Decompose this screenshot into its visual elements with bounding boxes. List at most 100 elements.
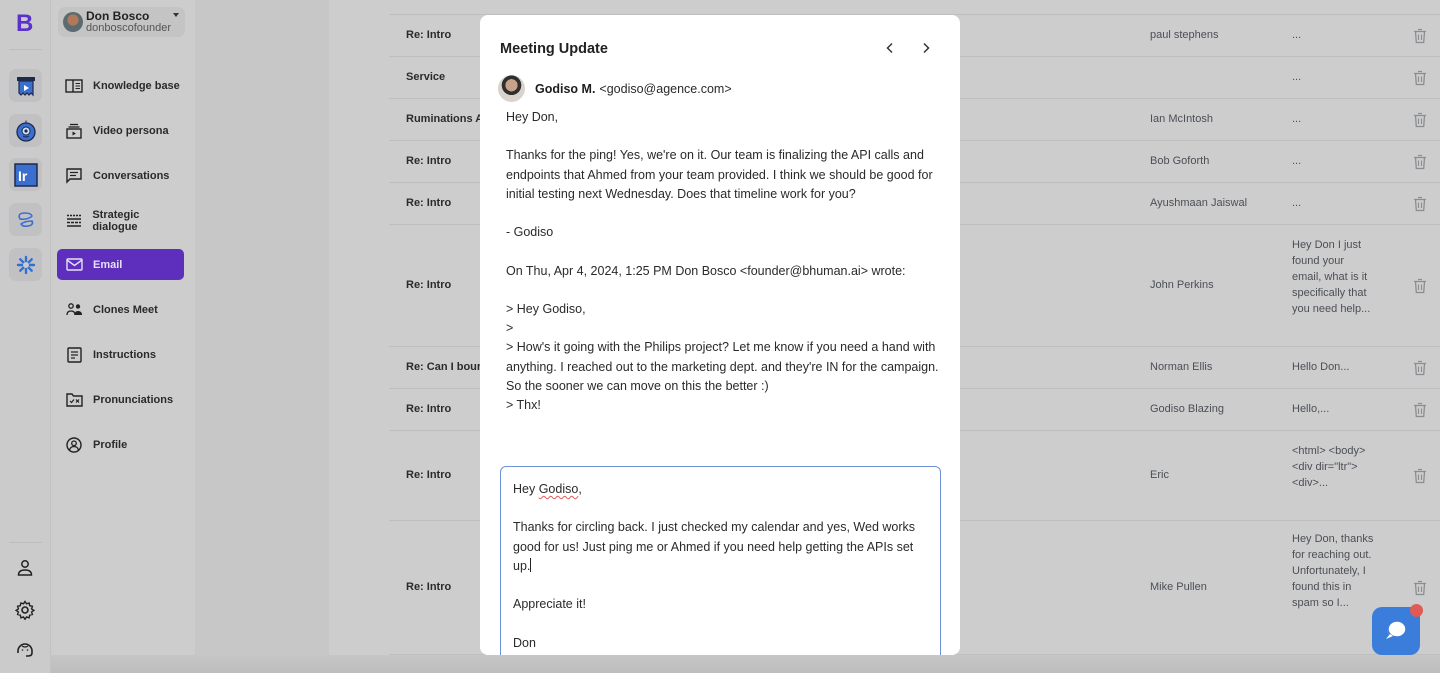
email-sender: Eric	[1150, 469, 1169, 481]
text-cursor	[530, 557, 532, 572]
nav-item-instructions[interactable]: Instructions	[57, 339, 184, 370]
email-subject: Re: Intro	[406, 197, 452, 209]
email-sender: Ian McIntosh	[1150, 113, 1213, 125]
bottom-shadow	[51, 655, 1440, 673]
settings-icon[interactable]	[15, 600, 35, 620]
rail-divider	[9, 49, 42, 50]
email-subject: Re: Intro	[406, 279, 452, 291]
email-preview: Hello,...	[1292, 403, 1330, 415]
sender-info: Godiso M. <godiso@agence.com>	[498, 75, 732, 102]
users-icon	[65, 301, 83, 319]
sender-avatar	[498, 75, 525, 102]
robot-chat-app[interactable]	[9, 114, 42, 147]
email-subject: Re: Intro	[406, 403, 452, 415]
nav-label: Video persona	[93, 124, 169, 137]
nav-item-video-persona[interactable]: Video persona	[57, 115, 184, 146]
delete-email-button[interactable]	[1413, 580, 1427, 596]
trash-icon	[1414, 196, 1426, 212]
delete-email-button[interactable]	[1413, 360, 1427, 376]
email-sender: Bob Goforth	[1150, 155, 1210, 167]
trash-icon	[1414, 70, 1426, 86]
user-name: Don Bosco	[86, 9, 150, 23]
user-icon[interactable]	[15, 558, 35, 578]
email-preview: Hello Don...	[1292, 361, 1350, 373]
link-icon	[17, 211, 33, 227]
delete-email-button[interactable]	[1413, 402, 1427, 418]
delete-email-button[interactable]	[1413, 196, 1427, 212]
trash-icon	[1414, 468, 1426, 484]
user-handle: donboscofounder	[86, 22, 172, 34]
brand-logo[interactable]: B	[16, 10, 36, 40]
caret-down-icon	[173, 13, 179, 17]
delete-email-button[interactable]	[1413, 70, 1427, 86]
nav-item-email[interactable]: Email	[57, 249, 184, 280]
email-sender: Ayushmaan Jaiswal	[1150, 197, 1248, 209]
trash-icon	[1414, 278, 1426, 294]
email-subject: Re: Intro	[406, 155, 452, 167]
email-subject: Ruminations A	[406, 113, 484, 125]
nav-item-clones-meet[interactable]: Clones Meet	[57, 294, 184, 325]
trash-icon	[1414, 112, 1426, 128]
nav-label: Instructions	[93, 348, 156, 361]
delete-email-button[interactable]	[1413, 28, 1427, 44]
main-nav: Don Bosco donboscofounder Knowledge base…	[51, 0, 195, 673]
email-preview: ...	[1292, 197, 1302, 209]
mail-icon	[65, 256, 83, 274]
profile-circle-icon	[65, 436, 83, 454]
support-icon[interactable]	[15, 639, 35, 659]
nav-label: Pronunciations	[93, 393, 174, 406]
email-sender: John Perkins	[1150, 279, 1214, 291]
secondary-panel	[195, 0, 329, 673]
reply-textarea[interactable]: Hey Godiso, Thanks for circling back. I …	[500, 466, 941, 655]
reply-greeting-suffix: ,	[578, 482, 582, 496]
link-app[interactable]	[9, 203, 42, 236]
nav-label: Strategic dialogue	[92, 208, 140, 233]
ir-icon: Ir	[13, 162, 38, 187]
nav-label: Conversations	[93, 169, 170, 182]
nav-label: Knowledge base	[93, 79, 180, 92]
table-row-partial	[389, 0, 1440, 15]
email-preview: Hey Don, thanks for reaching out. Unfort…	[1292, 533, 1374, 609]
user-avatar	[63, 12, 83, 32]
email-subject: Service	[406, 71, 446, 83]
trash-icon	[1414, 154, 1426, 170]
app-rail: B Ir	[0, 0, 51, 673]
email-sender: paul stephens	[1150, 29, 1219, 41]
reply-signature: Don	[513, 635, 536, 650]
notification-badge	[1410, 604, 1423, 617]
email-detail-modal: Meeting Update Godiso M. <godiso@agence.…	[480, 15, 960, 655]
delete-email-button[interactable]	[1413, 112, 1427, 128]
nav-item-conversations[interactable]: Conversations	[57, 160, 184, 191]
video-ticket-app[interactable]	[9, 69, 42, 102]
folder-check-icon	[65, 391, 83, 409]
reply-paragraph: Thanks for circling back. I just checked…	[513, 520, 919, 573]
ir-app[interactable]: Ir	[9, 158, 42, 191]
sender-email: <godiso@agence.com>	[599, 81, 732, 96]
nav-item-pronunciations[interactable]: Pronunciations	[57, 384, 184, 415]
user-menu[interactable]: Don Bosco donboscofounder	[58, 7, 185, 37]
nav-item-strategic-dialogue[interactable]: Strategic dialogue	[57, 205, 184, 236]
nav-item-profile[interactable]: Profile	[57, 429, 184, 460]
email-subject: Re: Intro	[406, 29, 452, 41]
email-subject: Re: Can I bour	[406, 361, 482, 373]
nav-label: Clones Meet	[93, 303, 158, 316]
delete-email-button[interactable]	[1413, 468, 1427, 484]
delete-email-button[interactable]	[1413, 278, 1427, 294]
reply-closing: Appreciate it!	[513, 597, 586, 612]
email-body: Hey Don, Thanks for the ping! Yes, we're…	[506, 110, 939, 413]
delete-email-button[interactable]	[1413, 154, 1427, 170]
asterisk-icon	[16, 255, 35, 274]
asterisk-app[interactable]	[9, 248, 42, 281]
email-sender: Mike Pullen	[1150, 581, 1207, 593]
trash-icon	[1414, 580, 1426, 596]
trash-icon	[1414, 402, 1426, 418]
email-subject: Re: Intro	[406, 469, 452, 481]
book-icon	[65, 77, 83, 95]
email-preview: ...	[1292, 29, 1302, 41]
email-preview: ...	[1292, 155, 1302, 167]
previous-email-button[interactable]	[881, 39, 899, 57]
email-preview: ...	[1292, 71, 1302, 83]
next-email-button[interactable]	[917, 39, 935, 57]
nav-item-knowledge-base[interactable]: Knowledge base	[57, 70, 184, 101]
sender-name: Godiso M.	[535, 81, 596, 96]
